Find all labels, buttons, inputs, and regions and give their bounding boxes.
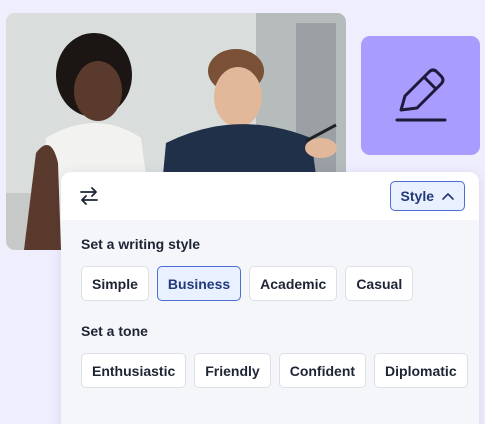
tone-option-friendly[interactable]: Friendly [194, 353, 271, 388]
style-button-label: Style [400, 188, 434, 204]
style-dropdown-button[interactable]: Style [389, 181, 465, 211]
tone-option-enthusiastic[interactable]: Enthusiastic [81, 353, 187, 388]
style-option-business[interactable]: Business [156, 266, 242, 301]
swap-arrows-icon[interactable] [77, 184, 101, 208]
chevron-up-icon [442, 193, 454, 200]
tone-option-diplomatic[interactable]: Diplomatic [374, 353, 468, 388]
writing-style-card: Style Set a writing style Simple Busines… [61, 172, 479, 424]
tone-title: Set a tone [81, 323, 148, 339]
pencil-tile [361, 36, 480, 155]
pencil-icon [395, 68, 446, 121]
style-option-academic[interactable]: Academic [249, 266, 338, 301]
card-body: Set a writing style Simple Business Acad… [61, 220, 479, 424]
tone-options: Enthusiastic Friendly Confident Diplomat… [81, 353, 468, 388]
writing-style-title: Set a writing style [81, 236, 201, 252]
writing-style-options: Simple Business Academic Casual [81, 266, 459, 301]
style-option-simple[interactable]: Simple [81, 266, 149, 301]
card-header: Style [61, 172, 479, 220]
style-option-casual[interactable]: Casual [345, 266, 414, 301]
tone-option-confident[interactable]: Confident [278, 353, 367, 388]
